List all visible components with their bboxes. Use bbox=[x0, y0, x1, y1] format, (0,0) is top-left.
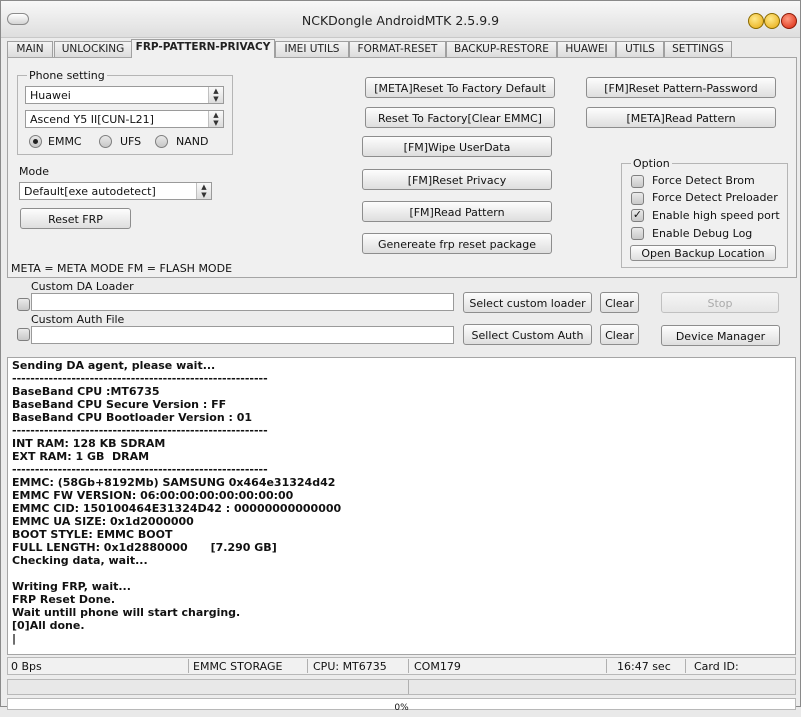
brand-select[interactable]: Huawei ▲ ▼ bbox=[25, 86, 224, 104]
log-line: FRP Reset Done. bbox=[12, 593, 116, 606]
tab-frp-pattern-privacy[interactable]: FRP-PATTERN-PRIVACY bbox=[131, 39, 275, 58]
custom-auth-checkbox[interactable] bbox=[17, 328, 30, 341]
tab-format-reset[interactable]: FORMAT-RESET bbox=[349, 41, 446, 57]
emmc-radio-label: EMMC bbox=[48, 135, 82, 148]
reset-frp-button[interactable]: Reset FRP bbox=[20, 208, 131, 229]
fm-reset-privacy-button[interactable]: [FM]Reset Privacy bbox=[362, 169, 552, 190]
ufs-radio-label: UFS bbox=[120, 135, 142, 148]
mode-legend: META = META MODE FM = FLASH MODE bbox=[11, 262, 233, 275]
progress-bar: 0% bbox=[7, 698, 796, 713]
log-output[interactable]: Sending DA agent, please wait... --------… bbox=[7, 357, 796, 655]
status-card-id: Card ID: bbox=[694, 660, 739, 673]
log-line: BOOT STYLE: EMMC BOOT bbox=[12, 528, 173, 541]
custom-da-field[interactable] bbox=[31, 293, 454, 311]
force-detect-brom-checkbox[interactable] bbox=[631, 175, 644, 188]
meta-read-pattern-button[interactable]: [META]Read Pattern bbox=[586, 107, 776, 128]
tab-imei-utils[interactable]: IMEI UTILS bbox=[275, 41, 349, 57]
custom-da-checkbox[interactable] bbox=[17, 298, 30, 311]
phone-setting-label: Phone setting bbox=[27, 69, 107, 82]
status-bar: 0 Bps EMMC STORAGE CPU: MT6735 COM179 16… bbox=[7, 657, 796, 675]
status-speed: 0 Bps bbox=[11, 660, 42, 673]
fm-reset-pattern-password-button[interactable]: [FM]Reset Pattern-Password bbox=[586, 77, 776, 98]
clear-auth-button[interactable]: Clear bbox=[600, 324, 639, 345]
close-button[interactable] bbox=[781, 13, 797, 29]
log-line: [0]All done. bbox=[12, 619, 85, 632]
nand-radio[interactable] bbox=[155, 135, 168, 148]
tab-unlocking[interactable]: UNLOCKING bbox=[54, 41, 132, 57]
custom-da-label: Custom DA Loader bbox=[31, 280, 134, 293]
log-line: FULL LENGTH: 0x1d2880000 [7.290 GB] bbox=[12, 541, 277, 554]
app-window: NCKDongle AndroidMTK 2.5.9.9 MAIN UNLOCK… bbox=[0, 0, 801, 713]
log-line: Sending DA agent, please wait... bbox=[12, 359, 216, 372]
log-line: ----------------------------------------… bbox=[12, 372, 268, 385]
tab-backup-restore[interactable]: BACKUP-RESTORE bbox=[446, 41, 557, 57]
brand-value: Huawei bbox=[30, 89, 71, 102]
mode-label: Mode bbox=[19, 165, 49, 178]
chevron-updown-icon: ▲ ▼ bbox=[208, 111, 223, 127]
status-com: COM179 bbox=[414, 660, 461, 673]
minimize-button[interactable] bbox=[748, 13, 764, 29]
title-bar: NCKDongle AndroidMTK 2.5.9.9 bbox=[1, 1, 800, 38]
status-storage: EMMC STORAGE bbox=[193, 660, 283, 673]
log-line: BaseBand CPU Secure Version : FF bbox=[12, 398, 227, 411]
select-custom-loader-button[interactable]: Select custom loader bbox=[463, 292, 592, 313]
meta-reset-factory-button[interactable]: [META]Reset To Factory Default bbox=[365, 77, 555, 98]
option-label: Option bbox=[631, 157, 672, 170]
chevron-updown-icon: ▲ ▼ bbox=[208, 87, 223, 103]
emmc-radio[interactable] bbox=[29, 135, 42, 148]
tab-settings[interactable]: SETTINGS bbox=[664, 41, 732, 57]
tab-huawei[interactable]: HUAWEI bbox=[557, 41, 616, 57]
log-line: Checking data, wait... bbox=[12, 554, 148, 567]
maximize-button[interactable] bbox=[764, 13, 780, 29]
model-select[interactable]: Ascend Y5 II[CUN-L21] ▲ ▼ bbox=[25, 110, 224, 128]
force-detect-preloader-checkbox[interactable] bbox=[631, 192, 644, 205]
force-detect-brom-label: Force Detect Brom bbox=[652, 174, 755, 187]
model-value: Ascend Y5 II[CUN-L21] bbox=[30, 113, 154, 126]
log-line: EMMC FW VERSION: 06:00:00:00:00:00:00:00 bbox=[12, 489, 294, 502]
chevron-updown-icon: ▲ ▼ bbox=[196, 183, 211, 199]
frp-panel: Phone setting Huawei ▲ ▼ Ascend Y5 II[CUN… bbox=[7, 57, 797, 278]
log-line: Writing FRP, wait... bbox=[12, 580, 131, 593]
progress-bar-top bbox=[7, 679, 796, 695]
status-cpu: CPU: MT6735 bbox=[313, 660, 387, 673]
enable-debug-log-label: Enable Debug Log bbox=[652, 227, 753, 240]
clear-loader-button[interactable]: Clear bbox=[600, 292, 639, 313]
log-line: INT RAM: 128 KB SDRAM bbox=[12, 437, 166, 450]
mode-value: Default[exe autodetect] bbox=[24, 185, 156, 198]
enable-high-speed-port-checkbox[interactable]: ✓ bbox=[631, 209, 644, 222]
stop-button[interactable]: Stop bbox=[661, 292, 779, 313]
log-line: BaseBand CPU Bootloader Version : 01 bbox=[12, 411, 253, 424]
custom-auth-field[interactable] bbox=[31, 326, 454, 344]
fm-wipe-userdata-button[interactable]: [FM]Wipe UserData bbox=[362, 136, 552, 157]
generate-frp-package-button[interactable]: Genereate frp reset package bbox=[362, 233, 552, 254]
custom-auth-label: Custom Auth File bbox=[31, 313, 125, 326]
device-manager-button[interactable]: Device Manager bbox=[661, 325, 780, 346]
log-line: EXT RAM: 1 GB DRAM bbox=[12, 450, 150, 463]
tab-utils[interactable]: UTILS bbox=[616, 41, 664, 57]
log-line: EMMC: (58Gb+8192Mb) SAMSUNG 0x464e31324d… bbox=[12, 476, 336, 489]
log-line: EMMC CID: 150100464E31324D42 : 000000000… bbox=[12, 502, 342, 515]
reset-factory-clear-emmc-button[interactable]: Reset To Factory[Clear EMMC] bbox=[365, 107, 555, 128]
log-line: ----------------------------------------… bbox=[12, 463, 268, 476]
mode-select[interactable]: Default[exe autodetect] ▲ ▼ bbox=[19, 182, 212, 200]
open-backup-location-button[interactable]: Open Backup Location bbox=[630, 245, 776, 261]
window-title: NCKDongle AndroidMTK 2.5.9.9 bbox=[301, 13, 500, 28]
log-line: ----------------------------------------… bbox=[12, 424, 268, 437]
nand-radio-label: NAND bbox=[176, 135, 209, 148]
log-line: BaseBand CPU :MT6735 bbox=[12, 385, 160, 398]
select-custom-auth-button[interactable]: Sellect Custom Auth bbox=[463, 324, 592, 345]
force-detect-preloader-label: Force Detect Preloader bbox=[652, 191, 778, 204]
progress-label: 0% bbox=[394, 703, 409, 713]
tab-main[interactable]: MAIN bbox=[7, 41, 53, 57]
enable-debug-log-checkbox[interactable] bbox=[631, 227, 644, 240]
fm-read-pattern-button[interactable]: [FM]Read Pattern bbox=[362, 201, 552, 222]
status-time: 16:47 sec bbox=[617, 660, 671, 673]
log-line: Wait untill phone will start charging. bbox=[12, 606, 241, 619]
ufs-radio[interactable] bbox=[99, 135, 112, 148]
enable-high-speed-port-label: Enable high speed port bbox=[652, 209, 780, 222]
log-line: EMMC UA SIZE: 0x1d2000000 bbox=[12, 515, 194, 528]
log-line: | bbox=[12, 632, 17, 645]
